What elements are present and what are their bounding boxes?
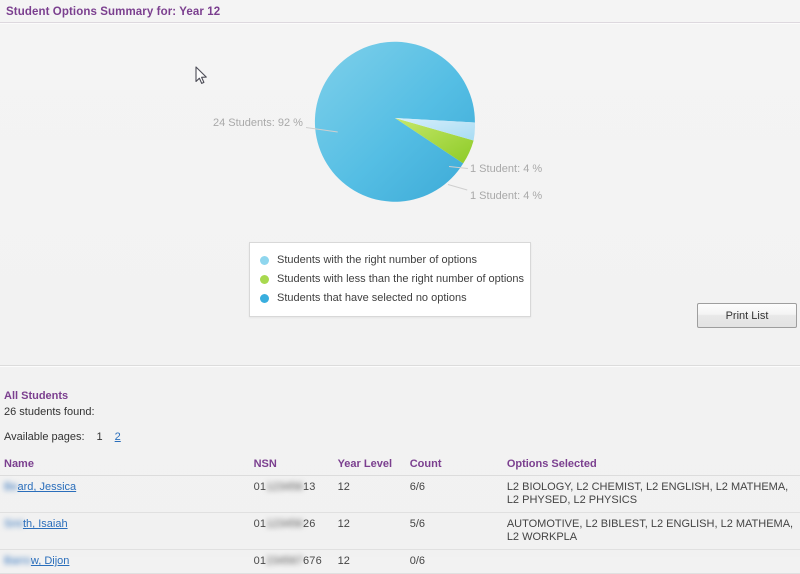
cell-name: Beard, Jessica (0, 475, 250, 513)
legend-label: Students with the right number of option… (277, 254, 477, 266)
all-students-heading: All Students (4, 390, 69, 402)
print-list-button[interactable]: Print List (697, 303, 797, 328)
table-header-row: Name NSN Year Level Count Options Select… (0, 455, 800, 476)
column-header-options-selected[interactable]: Options Selected (502, 455, 800, 476)
legend-item-less-options: Students with less than the right number… (260, 270, 524, 288)
redacted-name-part: Smi (4, 518, 23, 530)
table-row: Barrow, Dijon 01234567676 12 0/6 (0, 549, 800, 574)
table-row: Smith, Isaiah 0112345626 12 5/6 AUTOMOTI… (0, 512, 800, 550)
section-divider-highlight (0, 366, 800, 367)
column-header-name[interactable]: Name (0, 455, 250, 476)
legend-label: Students that have selected no options (277, 292, 467, 304)
pagination-label: Available pages: (4, 431, 85, 443)
table-row: Beard, Jessica 0112345613 12 6/6 L2 BIOL… (0, 475, 800, 513)
legend-label: Students with less than the right number… (277, 273, 525, 285)
cell-year-level: 12 (333, 512, 406, 550)
cell-count: 6/6 (405, 475, 503, 513)
cell-nsn: 0112345613 (249, 475, 334, 513)
pie-label-no-options: 1 Student: 4 % (470, 163, 543, 175)
redacted-nsn-part: 123456 (266, 518, 303, 530)
cell-options-selected: L2 BIOLOGY, L2 CHEMIST, L2 ENGLISH, L2 M… (502, 475, 800, 513)
pagination: Available pages: 1 2 (4, 431, 121, 443)
pie-label-right-options: 24 Students: 92 % (213, 117, 303, 129)
title-divider-highlight (0, 23, 800, 24)
nsn-prefix: 01 (253, 481, 267, 493)
page-title: Student Options Summary for: Year 12 (6, 6, 221, 18)
students-table: Name NSN Year Level Count Options Select… (0, 455, 800, 574)
nsn-suffix: 26 (302, 518, 316, 530)
legend-dot-icon (260, 293, 269, 303)
legend-dot-icon (260, 255, 269, 265)
cell-options-selected: AUTOMOTIVE, L2 BIBLEST, L2 ENGLISH, L2 M… (502, 512, 800, 550)
pie-label-less-options: 1 Student: 4 % (470, 190, 543, 202)
cell-year-level: 12 (333, 549, 406, 574)
cell-options-selected (502, 549, 800, 574)
redacted-name-part: Be (4, 481, 18, 493)
cell-nsn: 01234567676 (249, 549, 334, 574)
cell-count: 0/6 (405, 549, 503, 574)
page-root: Student Options Summary for: Year 12 24 … (0, 0, 800, 574)
nsn-prefix: 01 (253, 518, 267, 530)
chart-panel: 24 Students: 92 % 1 Student: 4 % 1 Stude… (0, 26, 800, 366)
student-name-text: ard, Jessica (17, 481, 77, 493)
cell-name: Smith, Isaiah (0, 512, 250, 550)
cell-year-level: 12 (333, 475, 406, 513)
student-name-link[interactable]: Smith, Isaiah (4, 518, 68, 530)
column-header-year-level[interactable]: Year Level (333, 455, 406, 476)
cell-count: 5/6 (405, 512, 503, 550)
cell-nsn: 0112345626 (249, 512, 334, 550)
redacted-nsn-part: 123456 (266, 481, 303, 493)
column-header-count[interactable]: Count (405, 455, 503, 476)
nsn-suffix: 13 (302, 481, 316, 493)
student-name-link[interactable]: Beard, Jessica (4, 481, 76, 493)
student-name-text: th, Isaiah (22, 518, 68, 530)
cell-name: Barrow, Dijon (0, 549, 250, 574)
students-found-text: 26 students found: (4, 406, 95, 418)
pagination-page-1: 1 (96, 431, 103, 443)
column-header-nsn[interactable]: NSN (249, 455, 334, 476)
chart-legend: Students with the right number of option… (249, 242, 531, 317)
pagination-page-2-link[interactable]: 2 (115, 431, 121, 443)
legend-dot-icon (260, 274, 269, 284)
legend-item-right-options: Students with the right number of option… (260, 251, 520, 269)
legend-item-no-options: Students that have selected no options (260, 289, 520, 307)
